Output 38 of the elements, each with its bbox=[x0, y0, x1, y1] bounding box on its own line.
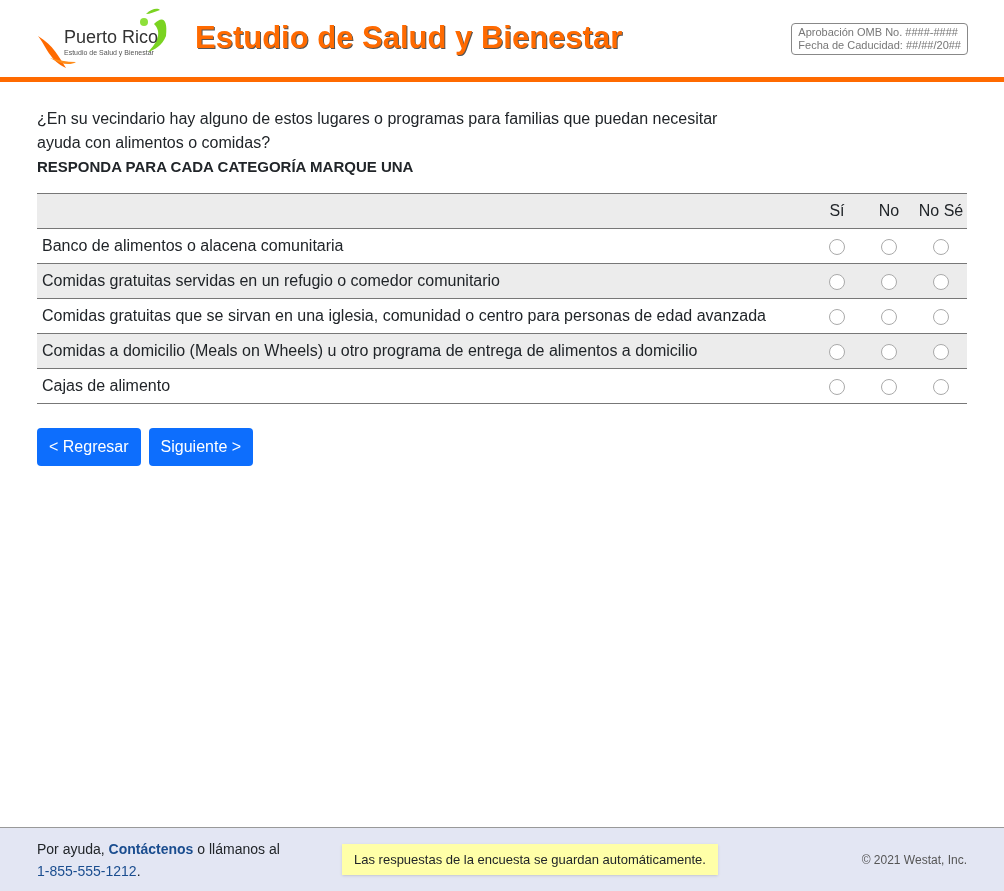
column-header: No Sé bbox=[915, 193, 967, 229]
radio-button[interactable] bbox=[881, 308, 897, 325]
radio-button[interactable] bbox=[881, 378, 897, 395]
radio-button[interactable] bbox=[881, 343, 897, 360]
column-header: Sí bbox=[811, 193, 863, 229]
question-text: ¿En su vecindario hay alguno de estos lugares o programas para familias que puedan necesitar ayuda con alimentos o comidas? bbox=[37, 109, 719, 153]
radio-button[interactable] bbox=[933, 273, 949, 290]
radio-button[interactable] bbox=[881, 273, 897, 290]
radio-button[interactable] bbox=[829, 273, 845, 290]
radio-button[interactable] bbox=[881, 238, 897, 255]
radio-button[interactable] bbox=[933, 343, 949, 360]
radio-button[interactable] bbox=[829, 343, 845, 360]
survey-title: Estudio de Salud y Bienestar bbox=[195, 19, 623, 58]
contact-link[interactable]: Contáctenos bbox=[108, 840, 194, 857]
radio-button[interactable] bbox=[829, 308, 845, 325]
help-text: Por ayuda, bbox=[37, 840, 105, 857]
autosave-notice: Las respuestas de la encuesta se guardan automáticamente. bbox=[342, 843, 718, 876]
instruction-text: RESPONDA PARA CADA CATEGORÍA MARQUE UNA bbox=[37, 157, 415, 177]
omb-text: Fecha de Caducidad: ##/##/20## bbox=[798, 38, 961, 52]
column-header: No bbox=[863, 193, 915, 229]
row-label: Banco de alimentos o alacena comunitaria bbox=[37, 228, 811, 264]
omb-text: Aprobación OMB No. ####-#### bbox=[798, 25, 959, 39]
radio-button[interactable] bbox=[933, 308, 949, 325]
row-label: Cajas de alimento bbox=[37, 368, 811, 404]
back-button[interactable]: < Regresar bbox=[37, 428, 141, 466]
period-text: . bbox=[136, 862, 141, 879]
copyright-text: © 2021 Westat, Inc. bbox=[861, 851, 967, 869]
help-text: o llámanos al bbox=[197, 840, 280, 857]
row-label: Comidas a domicilio (Meals on Wheels) u otro programa de entrega de alimentos a domicilio bbox=[37, 333, 811, 369]
next-button[interactable]: Siguiente > bbox=[148, 428, 254, 466]
radio-button[interactable] bbox=[933, 238, 949, 255]
radio-button[interactable] bbox=[829, 378, 845, 395]
logo-name: Puerto Rico bbox=[64, 27, 159, 46]
row-label: Comidas gratuitas que se sirvan en una iglesia, comunidad o centro para personas de edad avanzada bbox=[37, 298, 811, 334]
row-label: Comidas gratuitas servidas en un refugio o comedor comunitario bbox=[37, 263, 811, 299]
radio-button[interactable] bbox=[829, 238, 845, 255]
phone-link[interactable]: 1-855-555-1212 bbox=[37, 862, 137, 879]
radio-button[interactable] bbox=[933, 378, 949, 395]
